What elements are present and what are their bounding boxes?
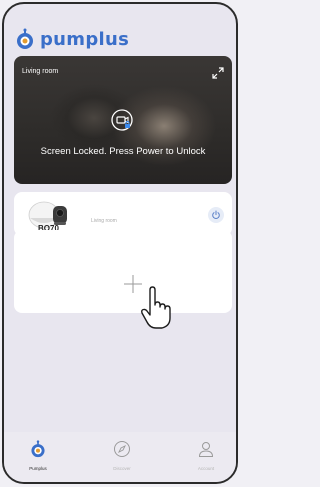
bottom-navigation: Pumplus Discover Account [4,432,236,482]
device-room-label: Living room [91,218,117,224]
compass-icon [114,441,130,457]
camera-room-label: Living room [22,68,59,75]
camera-lock-icon [111,109,133,131]
app-header: pumplus [14,26,129,52]
camera-preview-card[interactable]: Living room Screen Locked. Press Power t… [14,56,232,184]
pointer-hand-icon [141,286,171,329]
nav-label-account: Account [197,466,215,471]
nav-item-account[interactable]: Account [176,440,236,471]
power-button[interactable] [208,207,224,223]
pumplus-logo-icon [17,28,33,49]
screen-locked-message: Screen Locked. Press Power to Unlock [40,146,206,157]
pumplus-icon [31,440,45,458]
phone-frame: pumplus Living room Screen Locked. Press… [2,2,238,484]
nav-item-discover[interactable]: Discover [92,440,152,471]
expand-icon[interactable] [212,67,224,79]
add-device-card[interactable] [14,230,232,329]
nav-label-pumplus: Pumplus [29,466,47,471]
power-icon [212,210,220,219]
nav-label-discover: Discover [113,466,131,471]
nav-item-pumplus[interactable]: Pumplus [8,440,68,471]
app-logo-text: pumplus [40,28,130,50]
person-icon [198,442,214,457]
